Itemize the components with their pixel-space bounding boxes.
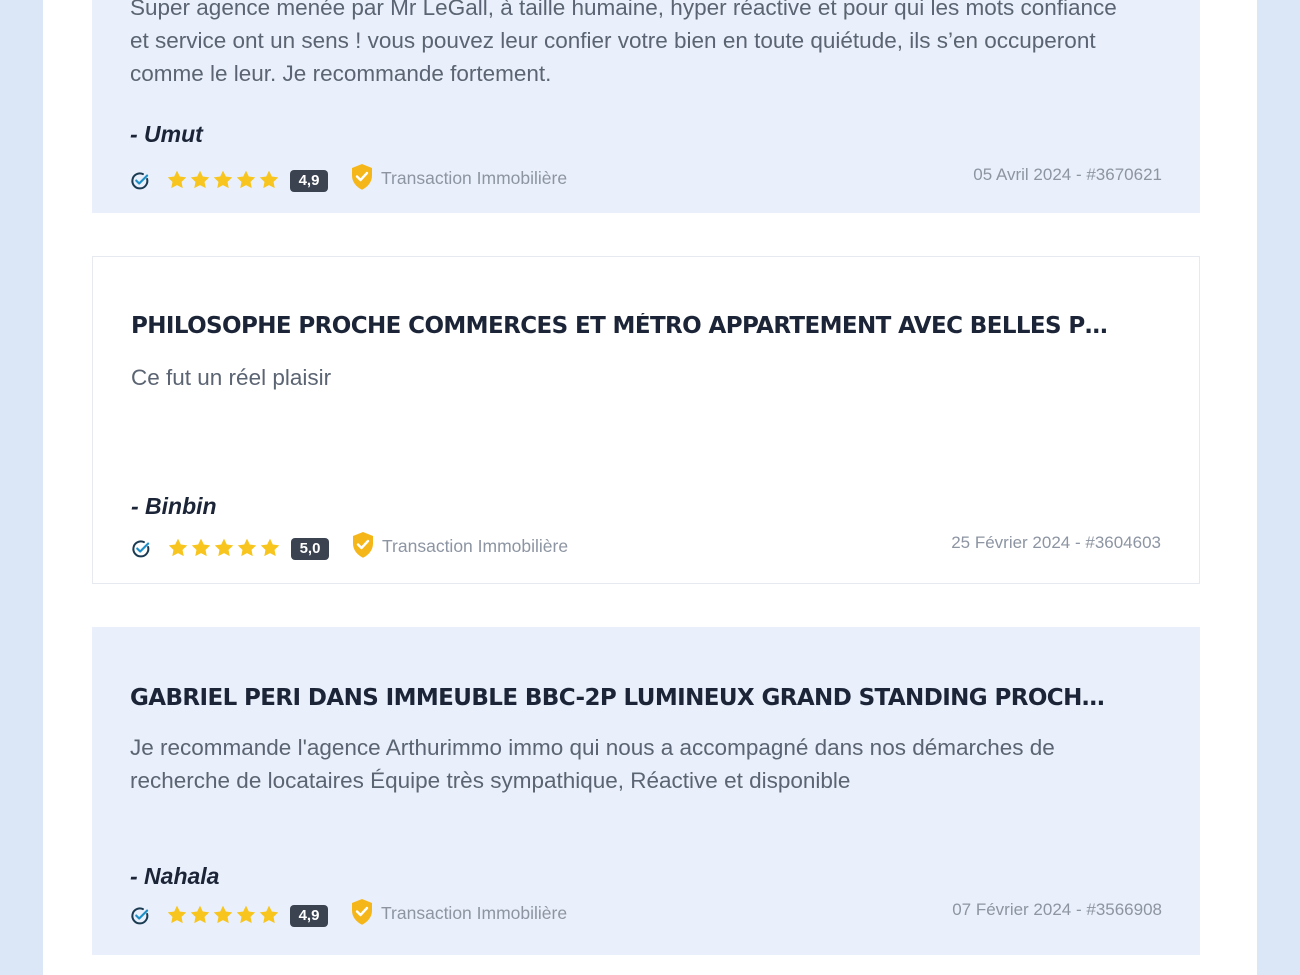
check-circle-icon [130,171,150,191]
rating-badge: 5,0 [291,538,329,560]
review-date: 25 Février 2024 - #3604603 [951,533,1161,552]
star-icon [258,169,280,191]
review-author: - Umut [130,121,203,147]
review-text: Ce fut un réel plaisir [131,365,332,390]
review-text: Je recommande l'agence Arthurimmo immo q… [130,735,1055,793]
review-meta: 4,9 Transaction Immobilière 07 Février 2… [130,898,1162,932]
star-icon [259,537,281,559]
star-icon [213,537,235,559]
star-icon [236,537,258,559]
review-title[interactable]: PHILOSOPHE PROCHE COMMERCES ET MÉTRO APP… [131,313,1109,339]
review-title[interactable]: GABRIEL PERI DANS IMMEUBLE BBC-2P LUMINE… [130,685,1110,711]
star-icon [235,169,257,191]
rating-badge: 4,9 [290,905,328,927]
star-icon [189,169,211,191]
check-circle-icon [131,539,151,559]
star-rating [166,169,280,191]
review-meta: 5,0 Transaction Immobilière 25 Février 2… [131,531,1161,565]
star-icon [189,904,211,926]
review-meta: 4,9 Transaction Immobilière 05 Avril 202… [130,163,1162,197]
star-icon [212,904,234,926]
rating-badge: 4,9 [290,170,328,192]
star-rating [166,904,280,926]
check-circle-icon [130,906,150,926]
review-author: - Nahala [130,863,220,889]
review-card: Super agence menée par Mr LeGall, à tail… [92,0,1200,213]
review-category: Transaction Immobilière [381,903,568,923]
review-category: Transaction Immobilière [381,168,568,188]
star-icon [166,904,188,926]
star-rating [167,537,281,559]
star-icon [235,904,257,926]
star-icon [190,537,212,559]
shield-check-icon [350,898,374,926]
review-card: PHILOSOPHE PROCHE COMMERCES ET MÉTRO APP… [92,256,1200,584]
star-icon [212,169,234,191]
review-category: Transaction Immobilière [382,536,569,556]
shield-check-icon [351,531,375,559]
star-icon [167,537,189,559]
review-author: - Binbin [131,493,217,519]
review-date: 07 Février 2024 - #3566908 [952,900,1162,919]
review-card: GABRIEL PERI DANS IMMEUBLE BBC-2P LUMINE… [92,627,1200,955]
shield-check-icon [350,163,374,191]
review-text: Super agence menée par Mr LeGall, à tail… [130,0,1117,86]
star-icon [258,904,280,926]
reviews-page: Super agence menée par Mr LeGall, à tail… [43,0,1257,975]
star-icon [166,169,188,191]
review-date: 05 Avril 2024 - #3670621 [973,165,1162,184]
